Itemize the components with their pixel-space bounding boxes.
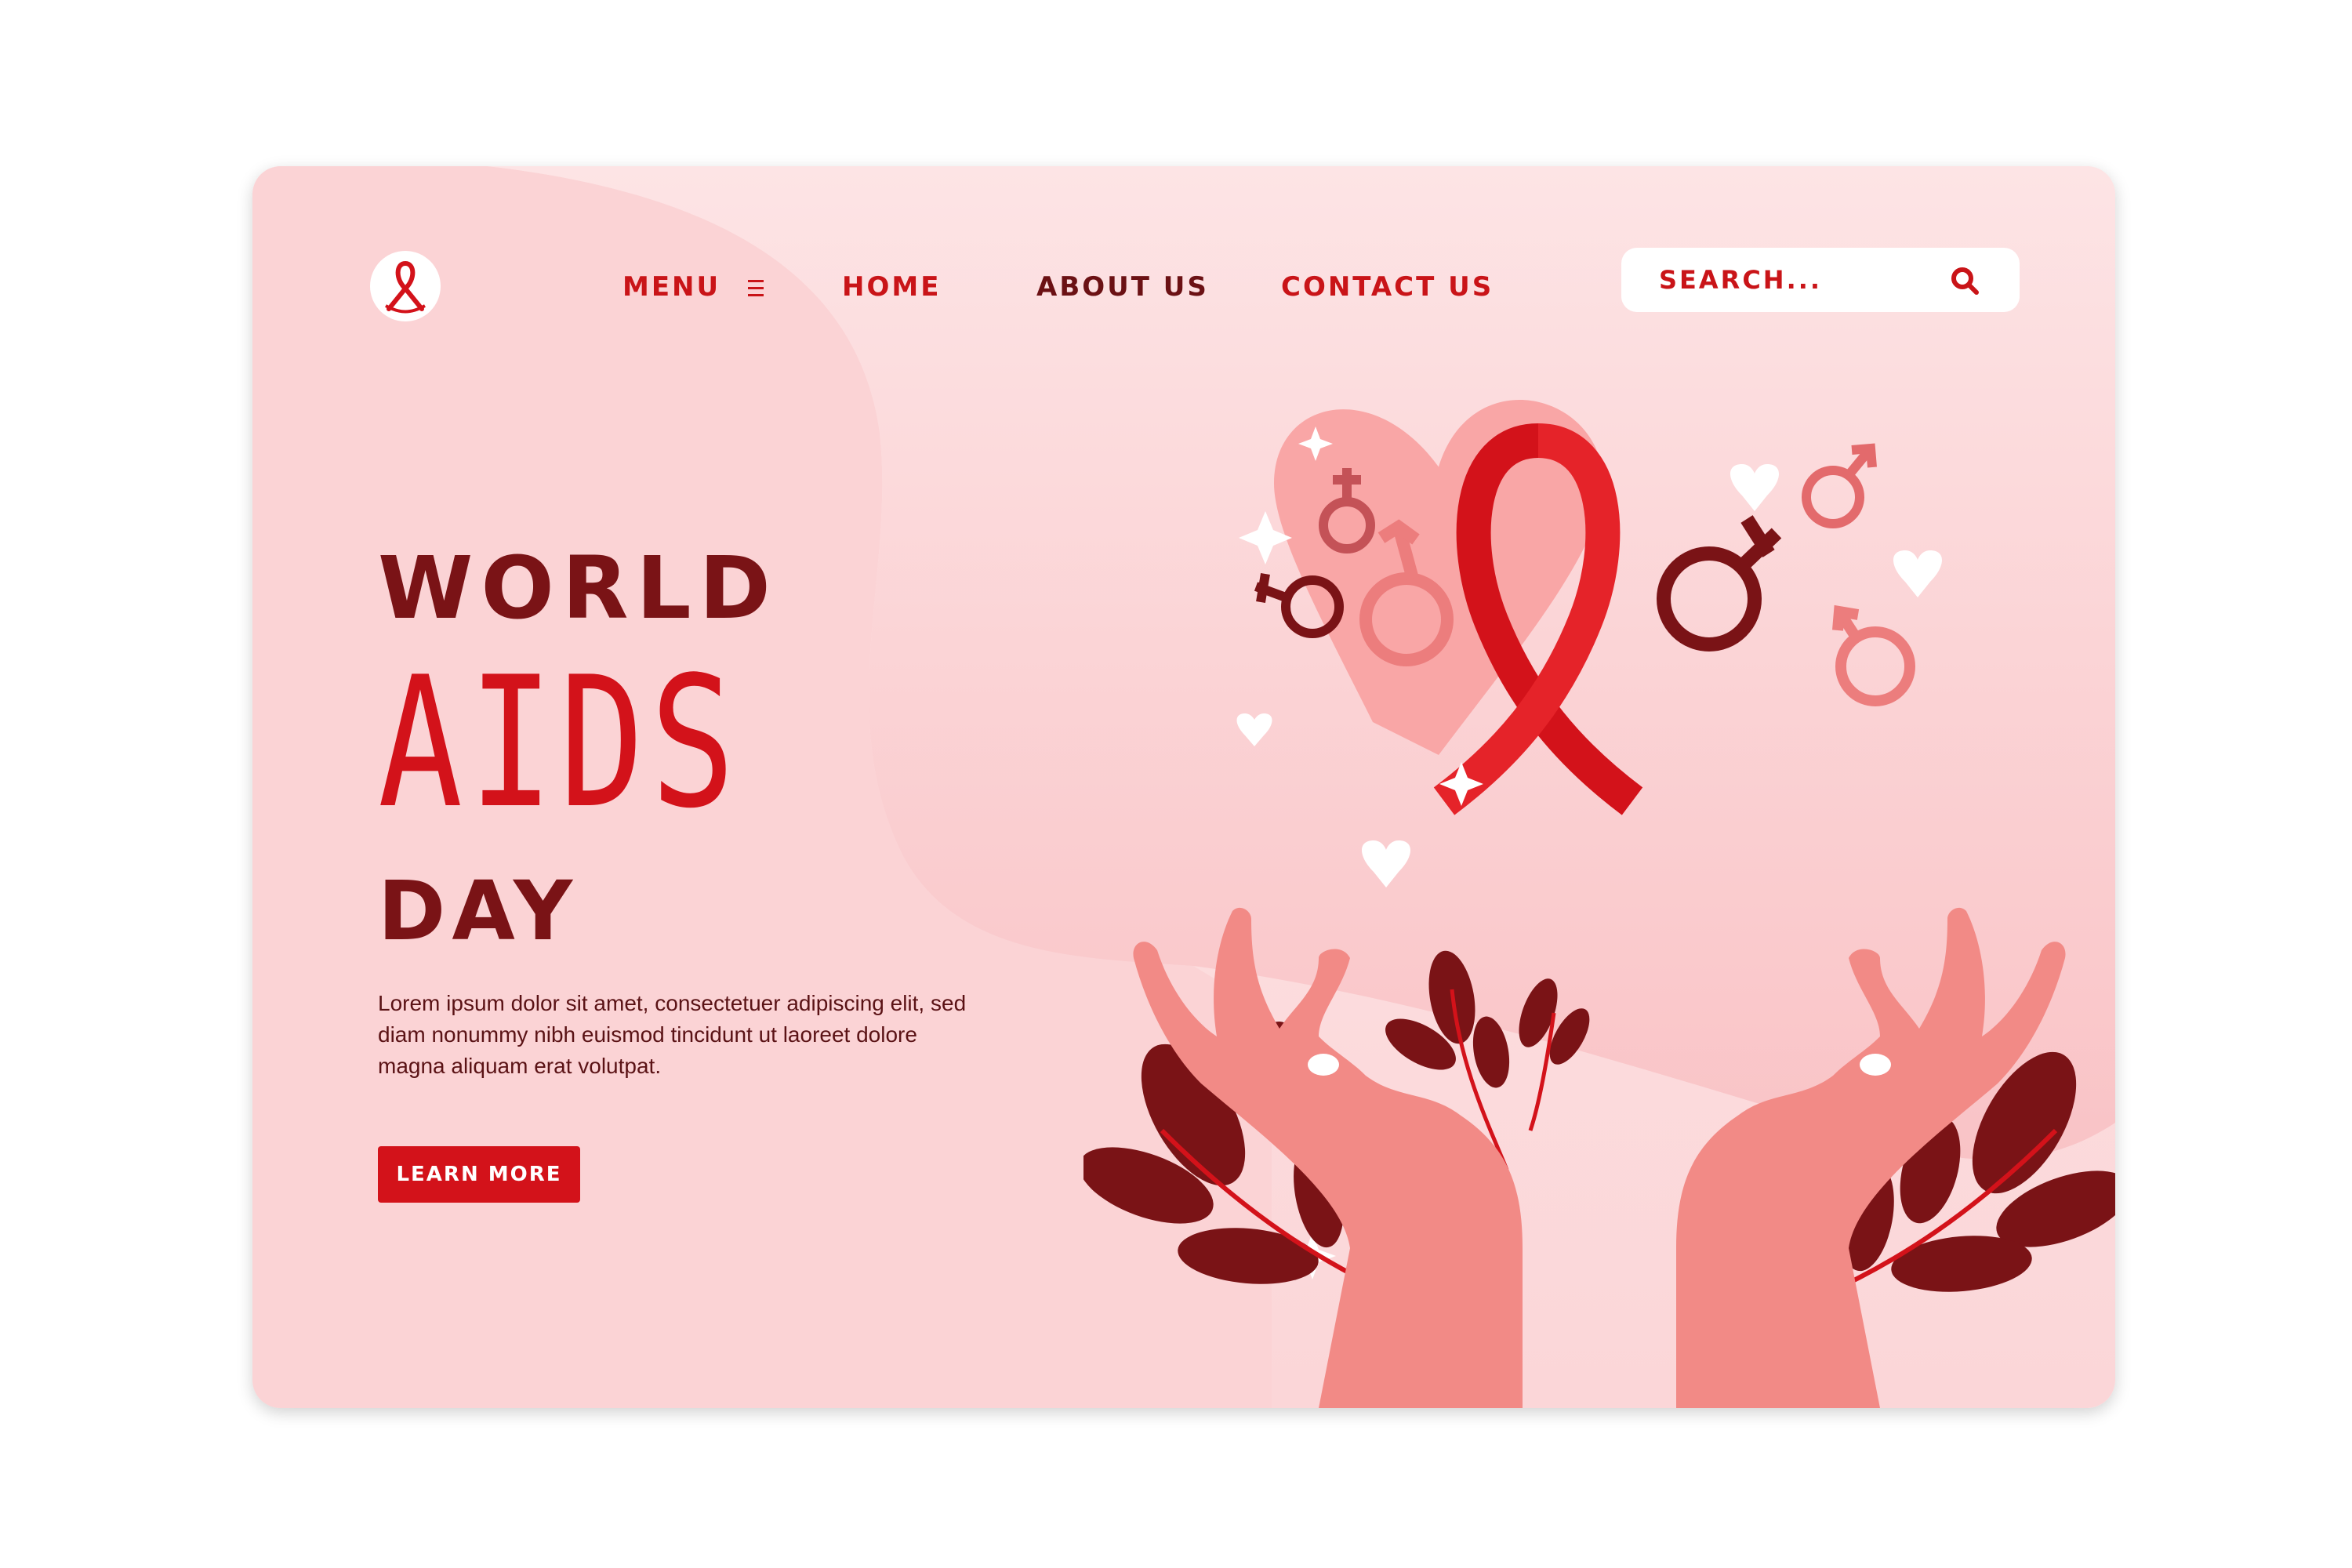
male-symbol-icon-3 [1832,604,1915,706]
hero-body-text: Lorem ipsum dolor sit amet, consectetuer… [378,991,967,1078]
menu-icon [747,279,764,296]
hero-title-aids: AIDS [378,639,742,848]
ribbon-logo[interactable] [370,251,441,321]
nav-menu-label: MENU [622,271,721,303]
male-symbol-icon-2 [1802,443,1877,528]
hero-title-world: WORLD [378,538,779,638]
landing-page-card: MENU HOME ABOUT US CONTACT US SEARCH... … [252,166,2115,1408]
thumb-nails [1308,1054,1891,1076]
search-icon[interactable] [1949,265,1980,296]
nav-home[interactable]: HOME [842,265,941,309]
search-input[interactable]: SEARCH... [1621,248,2020,312]
nav-contact-us[interactable]: CONTACT US [1281,265,1494,309]
ribbon-logo-icon [385,260,426,314]
hero-title-day: DAY [378,863,579,959]
search-placeholder: SEARCH... [1659,265,1823,295]
nav-about-us[interactable]: ABOUT US [1036,265,1209,309]
nav-menu[interactable]: MENU [622,265,765,309]
female-symbol-icon-3 [1657,515,1782,652]
learn-more-button[interactable]: LEARN MORE [378,1146,580,1203]
hero-illustration [1083,400,2115,1408]
